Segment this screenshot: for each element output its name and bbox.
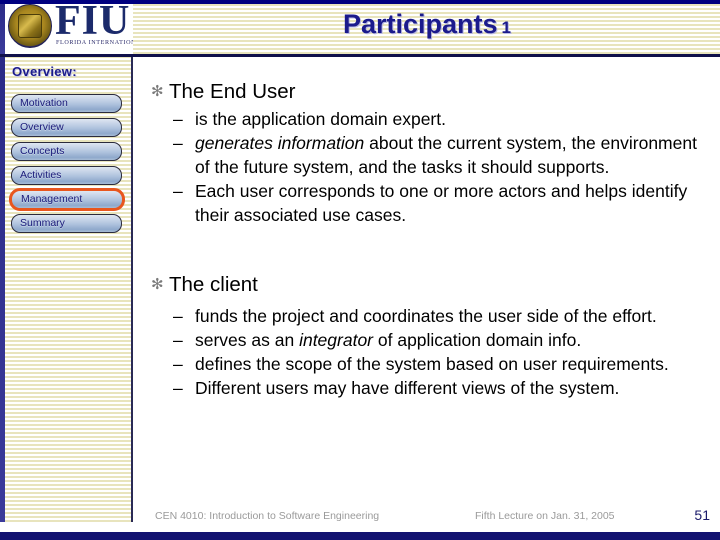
sidebar-item-concepts[interactable]: Concepts — [11, 142, 122, 161]
sub-bullet-text: is the application domain expert. — [195, 109, 446, 129]
slide-footer: CEN 4010: Introduction to Software Engin… — [133, 505, 720, 532]
fiu-wordmark-subtitle: FLORIDA INTERNATIONAL UNIVERSITY — [56, 40, 133, 46]
page-title-text: Participants — [342, 9, 498, 39]
fiu-wordmark: FIU — [55, 0, 131, 44]
sub-bullet-text: generates information about the current … — [195, 133, 697, 177]
sidebar-item-overview[interactable]: Overview — [11, 118, 122, 137]
page-title: Participants 1 — [134, 9, 720, 40]
fiu-seal-icon — [8, 4, 52, 48]
sub-bullet-item: – serves as an integrator of application… — [173, 328, 693, 352]
asterisk-bullet-icon: ✻ — [151, 83, 164, 100]
fiu-logo: FIU FLORIDA INTERNATIONAL UNIVERSITY — [0, 0, 133, 54]
dash-bullet-icon: – — [173, 181, 183, 201]
sidebar-item-summary[interactable]: Summary — [11, 214, 122, 233]
sidebar-bottom-cap — [0, 522, 133, 532]
sidebar-inner: Overview: Motivation Overview Concepts A… — [5, 56, 131, 522]
sidebar-right-edge — [131, 56, 133, 522]
sub-bullet-item: – Each user corresponds to one or more a… — [173, 179, 701, 227]
bullet-heading-end-user: ✻ The End User — [147, 79, 707, 105]
sub-bullet-item: – Different users may have different vie… — [173, 376, 693, 400]
sub-bullet-text: Each user corresponds to one or more act… — [195, 181, 688, 225]
sub-bullet-list-client: – funds the project and coordinates the … — [173, 304, 693, 400]
sub-bullet-text: defines the scope of the system based on… — [195, 354, 669, 374]
header-divider-rule — [0, 54, 720, 57]
sub-bullet-text: serves as an integrator of application d… — [195, 330, 582, 350]
dash-bullet-icon: – — [173, 354, 183, 374]
sub-bullet-item: – is the application domain expert. — [173, 107, 701, 131]
logo-left-edge — [0, 0, 5, 54]
sub-bullet-text: Different users may have different views… — [195, 378, 620, 398]
page-number: 51 — [694, 507, 710, 523]
dash-bullet-icon: – — [173, 109, 183, 129]
content-block-end-user: ✻ The End User – is the application doma… — [147, 79, 707, 227]
sub-bullet-item: – funds the project and coordinates the … — [173, 304, 693, 328]
sub-bullet-text: funds the project and coordinates the us… — [195, 306, 657, 326]
footer-course-label: CEN 4010: Introduction to Software Engin… — [155, 510, 380, 522]
sidebar-heading: Overview: — [12, 64, 77, 79]
dash-bullet-icon: – — [173, 133, 183, 153]
sub-bullet-item: – generates information about the curren… — [173, 131, 701, 179]
footer-lecture-label: Fifth Lecture on Jan. 31, 2005 — [475, 510, 615, 522]
sidebar-item-motivation[interactable]: Motivation — [11, 94, 122, 113]
sidebar-item-management[interactable]: Management — [9, 188, 125, 211]
content-block-client: ✻ The client – funds the project and coo… — [147, 272, 707, 400]
sub-bullet-item: – defines the scope of the system based … — [173, 352, 693, 376]
sub-bullet-list-end-user: – is the application domain expert. – ge… — [173, 107, 701, 227]
bullet-heading-text: The client — [169, 273, 258, 296]
sidebar: Overview: Motivation Overview Concepts A… — [0, 56, 133, 522]
dash-bullet-icon: – — [173, 306, 183, 326]
asterisk-bullet-icon: ✻ — [151, 276, 164, 293]
dash-bullet-icon: – — [173, 330, 183, 350]
bullet-heading-text: The End User — [169, 80, 296, 103]
sidebar-item-activities[interactable]: Activities — [11, 166, 122, 185]
page-title-number: 1 — [501, 18, 512, 37]
dash-bullet-icon: – — [173, 378, 183, 398]
bottom-navy-bar — [0, 532, 720, 540]
top-navy-rule — [0, 0, 720, 4]
slide-content: ✻ The End User – is the application doma… — [133, 57, 720, 505]
bullet-heading-client: ✻ The client — [147, 272, 707, 298]
